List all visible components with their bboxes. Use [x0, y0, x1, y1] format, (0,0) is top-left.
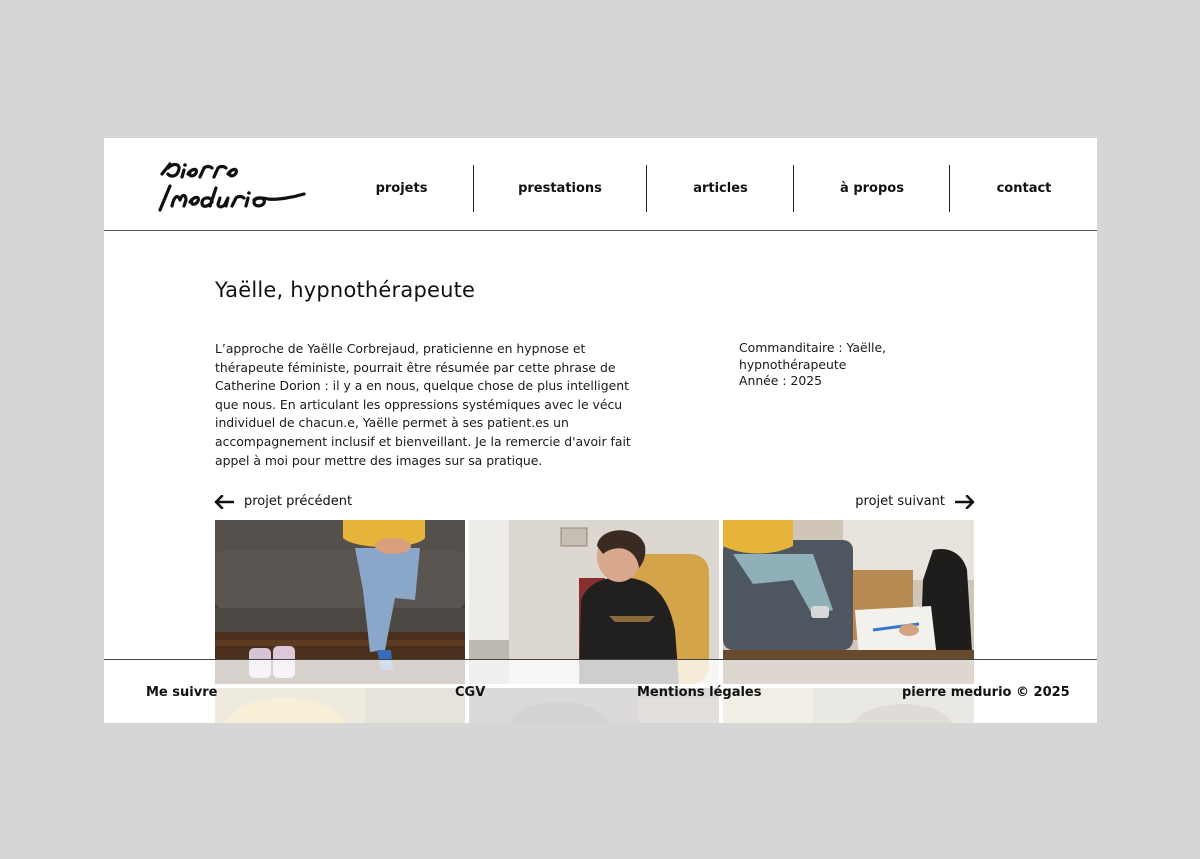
footer-cgv-link[interactable]: CGV [455, 685, 485, 700]
nav-divider [646, 165, 647, 212]
website-frame: projets prestations articles à propos co… [104, 138, 1097, 723]
site-header: projets prestations articles à propos co… [104, 138, 1097, 231]
next-project-label: projet suivant [855, 494, 945, 509]
site-footer: Me suivre CGV Mentions légales pierre me… [104, 659, 1097, 723]
footer-follow-link[interactable]: Me suivre [146, 685, 217, 700]
year-label: Année : 2025 [739, 373, 823, 388]
nav-prestations[interactable]: prestations [504, 165, 616, 213]
nav-projets[interactable]: projets [360, 165, 443, 213]
nav-divider [949, 165, 950, 212]
project-navigation: projet précédent projet suivant [214, 494, 975, 514]
project-meta: Commanditaire : Yaëlle, hypnothérapeute … [739, 340, 919, 390]
nav-divider [473, 165, 474, 212]
main-navigation: projets prestations articles à propos co… [104, 165, 1097, 213]
project-title: Yaëlle, hypnothérapeute [215, 278, 476, 302]
footer-legal-link[interactable]: Mentions légales [637, 685, 762, 700]
arrow-left-icon [214, 494, 234, 509]
nav-a-propos[interactable]: à propos [826, 165, 918, 213]
nav-articles[interactable]: articles [678, 165, 763, 213]
footer-copyright: pierre medurio © 2025 [902, 685, 1070, 700]
client-label-line-1: Commanditaire : Yaëlle, [739, 340, 887, 355]
nav-contact[interactable]: contact [984, 165, 1064, 213]
previous-project-label: projet précédent [244, 494, 353, 509]
previous-project-link[interactable]: projet précédent [214, 494, 352, 509]
project-description: L’approche de Yaëlle Corbrejaud, pratici… [215, 341, 631, 468]
arrow-right-icon [955, 494, 975, 509]
next-project-link[interactable]: projet suivant [855, 494, 975, 509]
client-label-line-2: hypnothérapeute [739, 356, 847, 372]
nav-divider [793, 165, 794, 212]
